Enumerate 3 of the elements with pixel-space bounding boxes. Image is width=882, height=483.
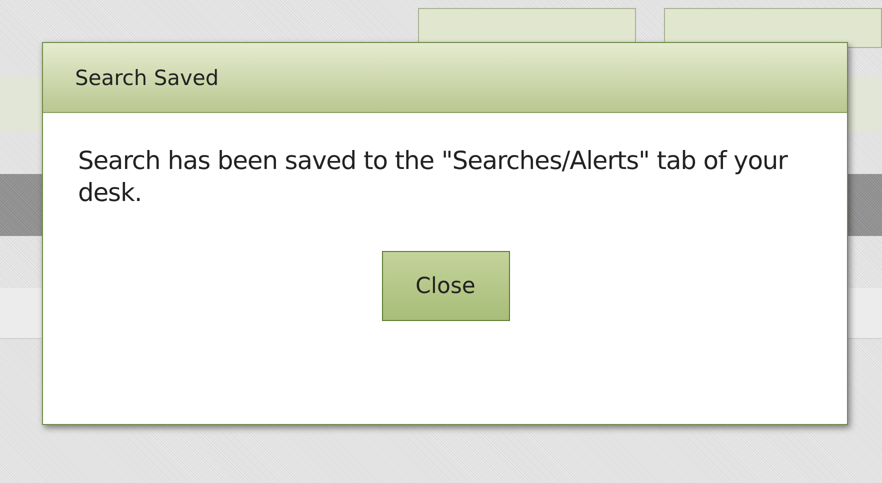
dialog-title: Search Saved — [75, 66, 219, 90]
close-button[interactable]: Close — [382, 251, 510, 321]
dialog-message: Search has been saved to the "Searches/Alerts" tab of your desk. — [78, 145, 789, 209]
